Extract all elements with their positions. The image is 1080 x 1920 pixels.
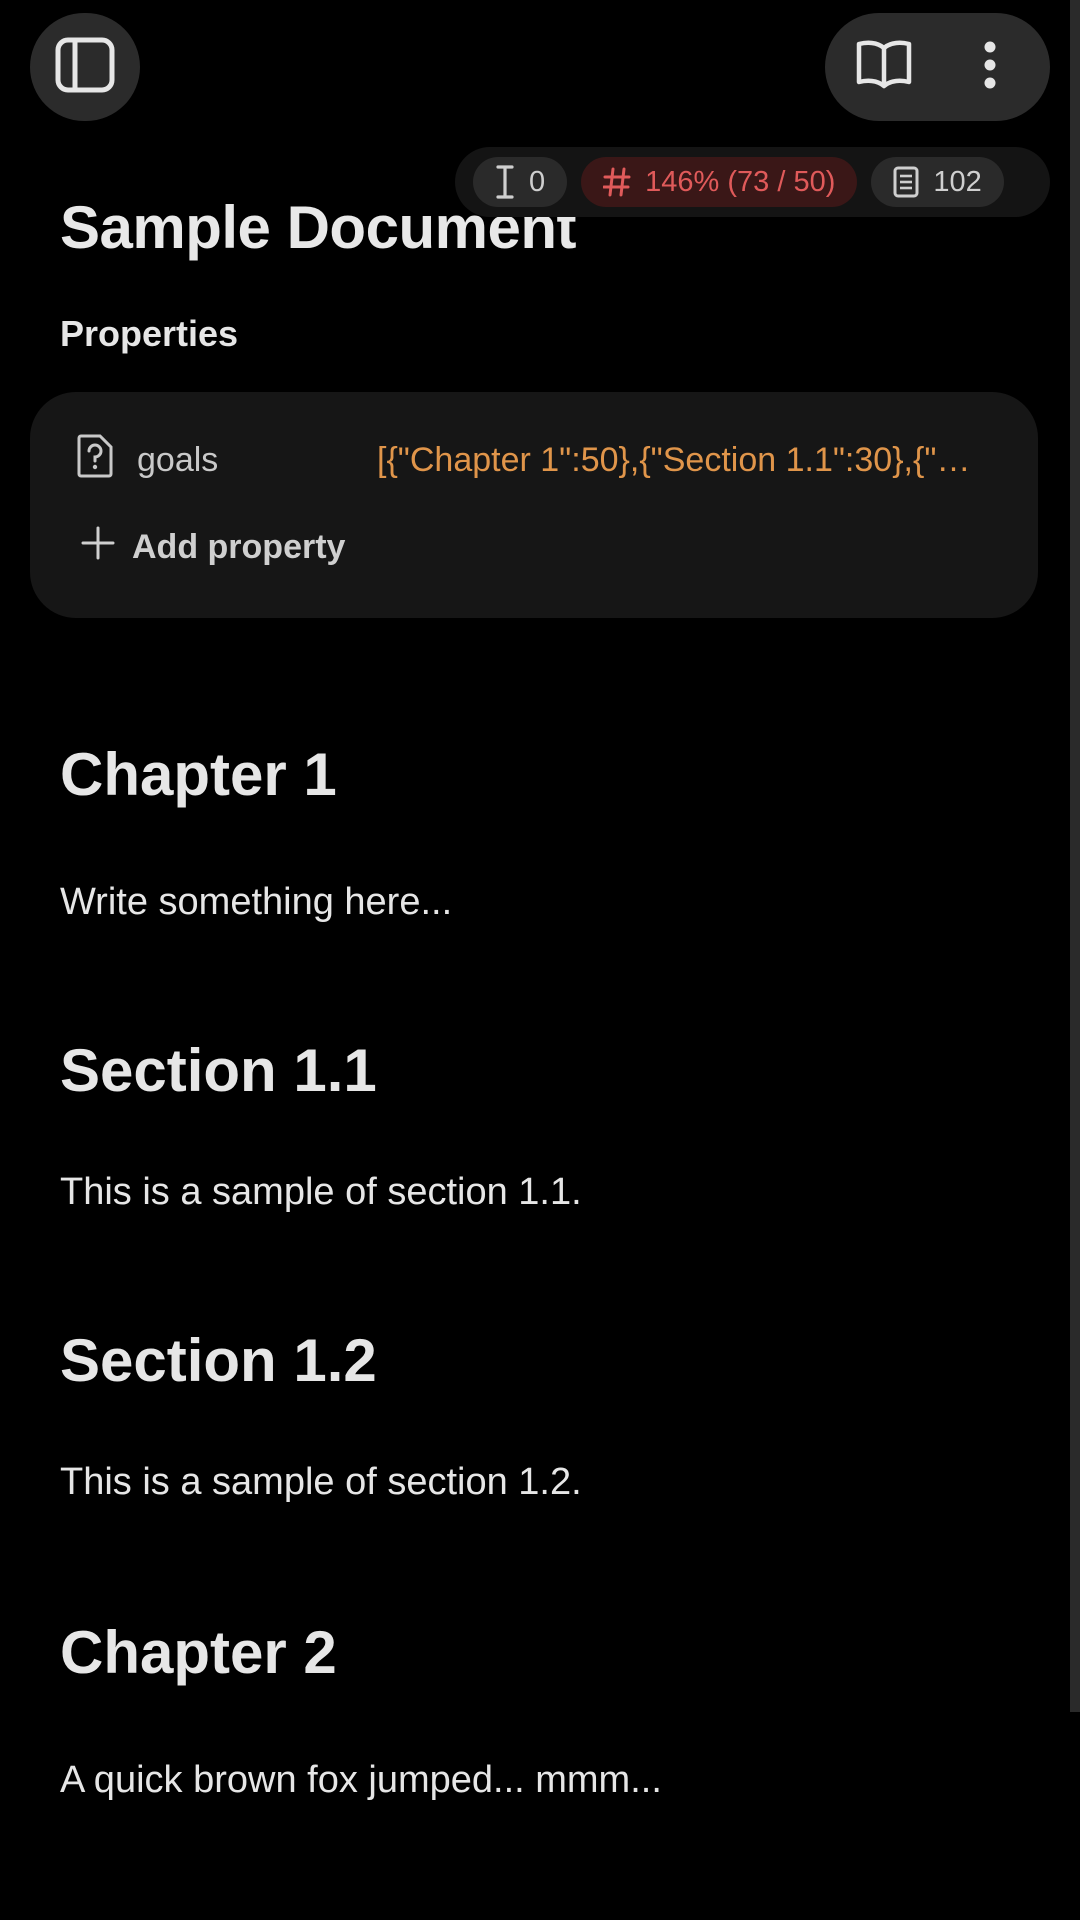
heading-chapter-1[interactable]: Chapter 1	[60, 740, 337, 809]
goal-progress-text: 146% (73 / 50)	[645, 165, 836, 198]
paragraph[interactable]: This is a sample of section 1.2.	[60, 1461, 582, 1504]
sidebar-toggle-button[interactable]	[30, 13, 140, 121]
text-cursor-icon	[495, 165, 515, 199]
status-bar: 0 146% (73 / 50) 102	[455, 147, 1050, 217]
paragraph[interactable]: A quick brown fox jumped... mmm...	[60, 1759, 662, 1802]
properties-panel: goals [{"Chapter 1":50},{"Section 1.1":3…	[30, 392, 1038, 618]
word-count-badge[interactable]: 102	[871, 157, 1004, 207]
heading-chapter-2[interactable]: Chapter 2	[60, 1618, 337, 1687]
cursor-count-badge[interactable]: 0	[473, 157, 568, 207]
property-row[interactable]: goals [{"Chapter 1":50},{"Section 1.1":3…	[75, 430, 1015, 490]
heading-section-1-2[interactable]: Section 1.2	[60, 1326, 377, 1395]
book-open-icon	[855, 38, 913, 97]
unknown-type-icon[interactable]	[75, 434, 115, 487]
word-count: 102	[933, 165, 982, 198]
reading-view-button[interactable]	[849, 32, 919, 102]
paragraph[interactable]: Write something here...	[60, 881, 452, 924]
top-right-actions	[825, 13, 1050, 121]
properties-heading[interactable]: Properties	[60, 313, 238, 355]
add-property-button[interactable]: Add property	[80, 525, 345, 570]
document-icon	[893, 166, 919, 198]
goal-progress-badge[interactable]: 146% (73 / 50)	[581, 157, 858, 207]
hash-icon	[603, 167, 631, 197]
plus-icon	[80, 525, 116, 570]
sidebar-toggle-icon	[55, 37, 115, 98]
more-vertical-icon	[983, 41, 997, 94]
paragraph[interactable]: This is a sample of section 1.1.	[60, 1171, 582, 1214]
more-options-button[interactable]	[970, 32, 1010, 102]
cursor-count: 0	[529, 165, 546, 198]
add-property-label: Add property	[132, 528, 346, 566]
heading-section-1-1[interactable]: Section 1.1	[60, 1036, 377, 1105]
property-key-label: goals	[137, 440, 219, 479]
scrollbar[interactable]	[1070, 0, 1080, 1712]
property-value[interactable]: [{"Chapter 1":50},{"Section 1.1":30},{"S…	[377, 441, 987, 480]
property-key[interactable]: goals	[75, 434, 377, 487]
